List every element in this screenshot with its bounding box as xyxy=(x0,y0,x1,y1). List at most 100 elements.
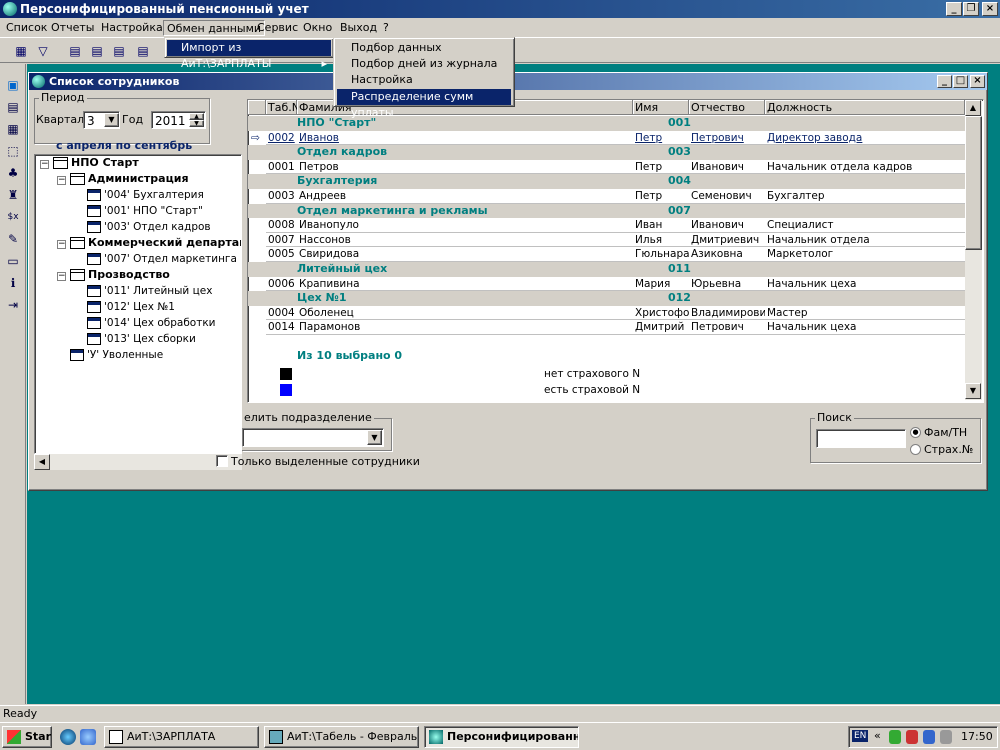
exit-icon[interactable]: ⇥ xyxy=(4,296,22,314)
dept-row[interactable]: Литейный цех 011 xyxy=(248,262,965,277)
tree-item-012[interactable]: '012' Цех №1 xyxy=(87,299,175,315)
window-minimize-button[interactable]: _ xyxy=(937,75,952,88)
tree-collapse-icon[interactable]: − xyxy=(40,160,49,169)
list-icon[interactable]: ▤ xyxy=(4,98,22,116)
highlight-dept-select[interactable]: ▼ xyxy=(242,428,384,447)
select-icon[interactable]: ⬚ xyxy=(4,142,22,160)
tree-root[interactable]: НПО Старт xyxy=(53,155,139,171)
clipboard-icon[interactable]: ✎ xyxy=(4,230,22,248)
table-row[interactable]: 0007 Нассонов Илья Дмитриевич Начальник отде… xyxy=(248,233,965,248)
scroll-up-icon[interactable]: ▲ xyxy=(965,100,981,116)
dept-row[interactable]: Отдел кадров 003 xyxy=(248,145,965,160)
table-row[interactable]: 0014 Парамонов Дмитрий Петрович Начальник це… xyxy=(248,320,965,335)
flyout-podbor-dannyh[interactable]: Подбор данных xyxy=(337,40,511,56)
tree-dismissed[interactable]: 'У' Уволенные xyxy=(70,347,163,363)
close-button[interactable]: × xyxy=(982,2,998,16)
table-row[interactable]: 0003 Андреев Петр Семенович Бухгалтер xyxy=(248,189,965,204)
restore-button[interactable]: ❐ xyxy=(963,2,979,16)
doc-icon[interactable]: ▤ xyxy=(66,42,84,60)
tree-item-001[interactable]: '001' НПО "Старт" xyxy=(87,203,203,219)
search-input[interactable] xyxy=(816,429,906,448)
dropdown-icon[interactable]: ▼ xyxy=(367,430,382,445)
employee-grid[interactable]: Таб.N Фамилия Имя Отчество Должность НПО… xyxy=(247,99,984,403)
doc3-icon[interactable]: ▤ xyxy=(110,42,128,60)
menu-vyhod[interactable]: Выход xyxy=(337,20,380,36)
menu-otchety[interactable]: Отчеты xyxy=(48,20,97,36)
tree-collapse-icon[interactable]: − xyxy=(57,272,66,281)
window-close-button[interactable]: × xyxy=(970,75,985,88)
flyout-nastroika[interactable]: Настройка xyxy=(337,72,511,88)
radio-fam[interactable]: ● xyxy=(910,427,921,438)
year-spinner[interactable]: 2011 ▲ ▼ xyxy=(151,111,206,129)
window-icon[interactable]: ▭ xyxy=(4,252,22,270)
tray-expand-icon[interactable]: « xyxy=(874,729,881,742)
menu-servis[interactable]: Сервис xyxy=(254,20,301,36)
table-row[interactable]: 0001 Петров Петр Иванович Начальник отдела к… xyxy=(248,160,965,175)
tree-item-013[interactable]: '013' Цех сборки xyxy=(87,331,196,347)
dept-row[interactable]: Цех №1 012 xyxy=(248,291,965,306)
task-tabel[interactable]: АиТ:\Табель - Февраль ... xyxy=(264,726,419,748)
quicklaunch-icon[interactable] xyxy=(80,729,96,745)
volume-icon[interactable] xyxy=(940,730,952,744)
start-button[interactable]: Start xyxy=(2,726,52,748)
scroll-left-icon[interactable]: ◀ xyxy=(34,454,50,470)
department-tree[interactable]: − НПО Старт − Администрация '004' Бухгал… xyxy=(34,154,242,454)
flyout-podbor-dnei[interactable]: Подбор дней из журнала xyxy=(337,56,511,72)
tree-commerce[interactable]: Коммерческий департаме xyxy=(70,235,241,251)
grid-header-patronymic[interactable]: Отчество xyxy=(689,100,765,115)
screen-icon[interactable]: ▣ xyxy=(4,76,22,94)
info-icon[interactable]: ℹ xyxy=(4,274,22,292)
submenu-import[interactable]: Импорт из АиТ:\ЗАРПЛАТЫ ▸ xyxy=(167,40,331,70)
people-icon[interactable]: ♣ xyxy=(4,164,22,182)
task-zarplata[interactable]: АиТ:\ЗАРПЛАТА xyxy=(104,726,259,748)
tree-hscroll[interactable]: ◀ xyxy=(34,454,242,470)
tree-collapse-icon[interactable]: − xyxy=(57,240,66,249)
window-maximize-button[interactable]: □ xyxy=(953,75,968,88)
tree-item-007[interactable]: '007' Отдел маркетинга и xyxy=(87,251,241,267)
language-indicator[interactable]: EN xyxy=(852,730,869,742)
quarter-dropdown-icon[interactable]: ▼ xyxy=(104,113,119,127)
year-down-icon[interactable]: ▼ xyxy=(189,120,204,127)
table-row[interactable]: ⇨ 0002 Иванов Петр Петрович Директор завода xyxy=(248,131,965,146)
tree-icon[interactable]: ♜ xyxy=(4,186,22,204)
scroll-down-icon[interactable]: ▼ xyxy=(965,383,981,399)
table-row[interactable]: 0005 Свиридова Гюльнара Азиковна Маркетолог xyxy=(248,247,965,262)
menu-okno[interactable]: Окно xyxy=(300,20,335,36)
tree-item-011[interactable]: '011' Литейный цех xyxy=(87,283,212,299)
dept-row[interactable]: Бухгалтерия 004 xyxy=(248,174,965,189)
menu-help[interactable]: ? xyxy=(380,20,392,36)
tree-item-003[interactable]: '003' Отдел кадров xyxy=(87,219,211,235)
table-row[interactable]: 0008 Иванопуло Иван Иванович Специалист xyxy=(248,218,965,233)
minimize-button[interactable]: _ xyxy=(946,2,962,16)
doc2-icon[interactable]: ▤ xyxy=(88,42,106,60)
flyout-raspredelenie[interactable]: Распределение сумм уплаты xyxy=(337,89,511,119)
radio-strah[interactable] xyxy=(910,444,921,455)
dept-row[interactable]: Отдел маркетинга и рекламы 007 xyxy=(248,203,965,219)
ie-icon[interactable] xyxy=(60,729,76,745)
task-personified[interactable]: Персонифицированн... xyxy=(424,726,579,748)
year-up-icon[interactable]: ▲ xyxy=(189,113,204,120)
grid-header-position[interactable]: Должность xyxy=(765,100,965,115)
tree-item-014[interactable]: '014' Цех обработки xyxy=(87,315,216,331)
money-icon[interactable]: $x xyxy=(4,208,22,226)
tree-item-004[interactable]: '004' Бухгалтерия xyxy=(87,187,204,203)
tray-icon[interactable] xyxy=(889,730,901,744)
menu-obmen-dannymi[interactable]: Обмен данными xyxy=(163,20,266,36)
tree-admin[interactable]: Администрация xyxy=(70,171,189,187)
menu-spisok[interactable]: Список xyxy=(3,20,50,36)
grid-header-tab[interactable]: Таб.N xyxy=(266,100,300,115)
table-row[interactable]: 0004 Оболенец ХристофорВладимировичМастер xyxy=(248,306,965,321)
tray-icon[interactable] xyxy=(906,730,918,744)
table-row[interactable]: 0006 Крапивина Мария Юрьевна Начальник цеха xyxy=(248,277,965,292)
grid-vscroll[interactable]: ▲ ▼ xyxy=(965,100,982,400)
network-icon[interactable] xyxy=(923,730,935,744)
quarter-select[interactable]: 3 ▼ xyxy=(83,111,120,129)
doc4-icon[interactable]: ▤ xyxy=(134,42,152,60)
menu-nastroika[interactable]: Настройка xyxy=(98,20,166,36)
table-icon[interactable]: ▦ xyxy=(4,120,22,138)
tree-production[interactable]: Прозводство xyxy=(70,267,170,283)
calendar-icon[interactable]: ▦ xyxy=(12,42,30,60)
tree-collapse-icon[interactable]: − xyxy=(57,176,66,185)
only-selected-checkbox[interactable] xyxy=(216,455,228,467)
grid-header-name[interactable]: Имя xyxy=(633,100,689,115)
